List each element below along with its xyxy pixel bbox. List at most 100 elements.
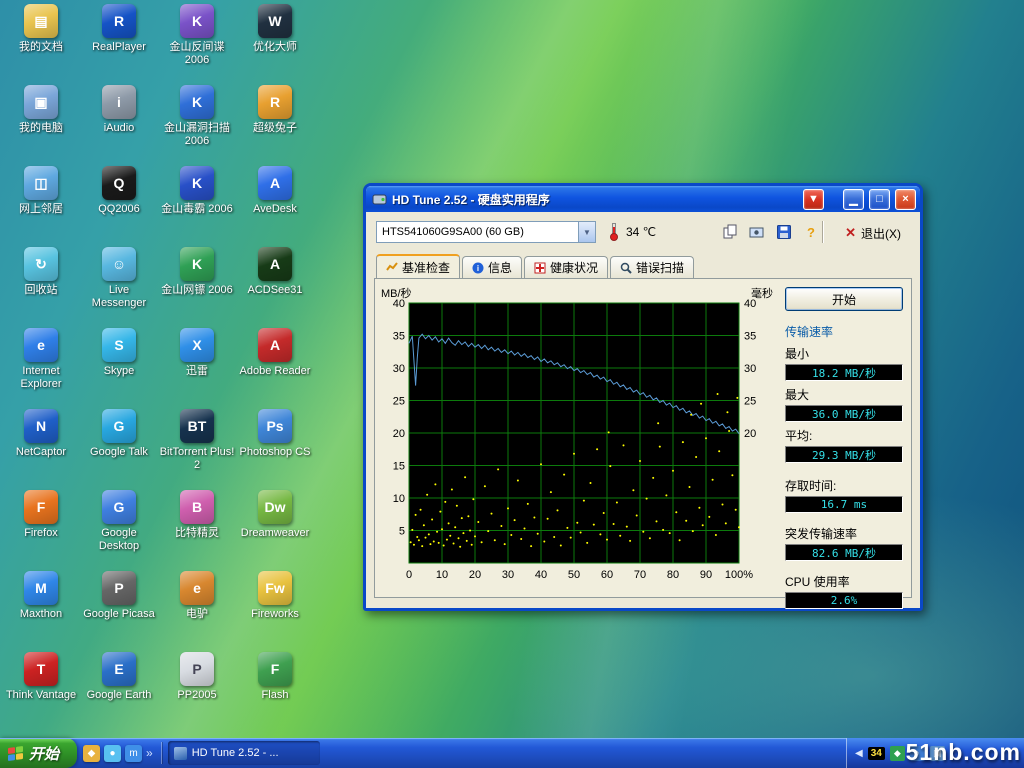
my-computer-icon: ▣ [24, 85, 58, 119]
desktop-icon-live-messenger[interactable]: ☺Live Messenger [81, 247, 157, 328]
screenshot-button[interactable] [745, 220, 769, 244]
desktop-icon-thunder[interactable]: X迅雷 [159, 328, 235, 409]
desktop-icon-google-picasa[interactable]: PGoogle Picasa [81, 571, 157, 652]
desktop-icon-realplayer[interactable]: RRealPlayer [81, 4, 157, 85]
exit-button[interactable]: ✕ 退出(X) [838, 221, 908, 245]
svg-text:30: 30 [502, 569, 514, 581]
desktop-icon-network-places[interactable]: ◫网上邻居 [3, 166, 79, 247]
close-button[interactable]: × [895, 189, 916, 210]
tray-antivirus-icon[interactable]: ◆ [890, 746, 905, 761]
copy-button[interactable] [718, 220, 742, 244]
desktop-icon-my-documents[interactable]: ▤我的文档 [3, 4, 79, 85]
desktop-icon-kingsoft-scan[interactable]: K金山漏洞扫描 2006 [159, 85, 235, 166]
desktop-icon-youhua-dashi[interactable]: W优化大师 [237, 4, 313, 85]
results-panel: 开始 传输速率 最小 18.2 MB/秒 最大 36.0 MB/秒 平均: 29… [785, 287, 903, 609]
desktop-icon-firefox[interactable]: FFirefox [3, 490, 79, 571]
desktop-icon-super-rabbit[interactable]: R超级兔子 [237, 85, 313, 166]
desktop-icon-avedesk[interactable]: AAveDesk [237, 166, 313, 247]
tray-minimize-button[interactable]: ▼ [803, 189, 824, 210]
chevron-down-icon[interactable]: ▼ [578, 222, 595, 242]
acdsee-icon: A [258, 247, 292, 281]
google-earth-icon: E [102, 652, 136, 686]
svg-text:35: 35 [744, 331, 756, 343]
tab-info[interactable]: i 信息 [462, 256, 522, 278]
desktop-icon-emule[interactable]: e电驴 [159, 571, 235, 652]
svg-text:70: 70 [634, 569, 646, 581]
desktop-icon-google-earth[interactable]: EGoogle Earth [81, 652, 157, 733]
tab-info-label: 信息 [488, 259, 512, 276]
benchmark-chart: 4035302520151054035302520010203040506070… [379, 285, 775, 587]
desktop-icon-my-computer[interactable]: ▣我的电脑 [3, 85, 79, 166]
start-menu-button[interactable]: 开始 [0, 738, 77, 768]
svg-text:20: 20 [744, 428, 756, 440]
copy-icon [722, 224, 738, 240]
google-talk-icon: G [102, 409, 136, 443]
desktop-icon-acdsee[interactable]: A ACDSee31 [237, 247, 313, 328]
transfer-rate-title: 传输速率 [785, 323, 903, 340]
desktop-icon-kingsoft-duba[interactable]: K金山毒霸 2006 [159, 166, 235, 247]
maximize-button[interactable]: □ [869, 189, 890, 210]
tab-health-label: 健康状况 [550, 259, 598, 276]
quicklaunch-overflow-chevron[interactable]: » [146, 746, 153, 760]
svg-text:0: 0 [406, 569, 412, 581]
tray-collapse-chevron-icon[interactable]: ◀ [855, 748, 863, 759]
access-time-value: 16.7 ms [785, 496, 903, 513]
desktop-icon-kingsoft-netguard[interactable]: K金山网镖 2006 [159, 247, 235, 328]
tray-volume-icon[interactable]: ♪ [910, 746, 925, 761]
desktop-icon-qq2006[interactable]: QQQ2006 [81, 166, 157, 247]
tab-health[interactable]: 健康状况 [524, 256, 608, 278]
min-label: 最小 [785, 345, 903, 362]
dreamweaver-icon: Dw [258, 490, 292, 524]
maxthon-icon: M [24, 571, 58, 605]
desktop-icon-netcaptor[interactable]: NNetCaptor [3, 409, 79, 490]
iaudio-icon: i [102, 85, 136, 119]
adobe-reader-icon: A [258, 328, 292, 362]
thermometer-icon [609, 223, 619, 241]
desktop-icon-bitspirit[interactable]: B比特精灵 [159, 490, 235, 571]
tray-network-icon[interactable]: ▣ [930, 746, 945, 761]
desktop-icon-label: Internet Explorer [3, 365, 79, 390]
desktop-icon-dreamweaver[interactable]: DwDreamweaver [237, 490, 313, 571]
desktop-icon-iaudio[interactable]: iiAudio [81, 85, 157, 166]
taskbar-task-hdtune[interactable]: HD Tune 2.52 - ... [168, 741, 320, 765]
desktop-icons: ▤我的文档▣我的电脑◫网上邻居↻回收站eInternet ExplorerNNe… [2, 4, 314, 733]
desktop-icon-label: QQ2006 [98, 203, 140, 216]
tab-error-scan[interactable]: 错误扫描 [610, 256, 694, 278]
screenshot-icon [749, 224, 765, 240]
save-button[interactable] [772, 220, 796, 244]
desktop-icon-google-talk[interactable]: GGoogle Talk [81, 409, 157, 490]
drive-select[interactable]: HTS541060G9SA00 (60 GB) ▼ [376, 221, 596, 243]
desktop-icon-skype[interactable]: SSkype [81, 328, 157, 409]
desktop-icon-bittorrent[interactable]: BTBitTorrent Plus! 2 [159, 409, 235, 490]
options-button[interactable]: ? [799, 220, 823, 244]
svg-text:10: 10 [436, 569, 448, 581]
start-button[interactable]: 开始 [785, 287, 903, 311]
hdtune-tray-temperature[interactable]: 34 [868, 747, 885, 760]
desktop-icon-adobe-reader[interactable]: A Adobe Reader [237, 328, 313, 409]
tab-benchmark[interactable]: 基准检查 [376, 254, 460, 278]
quicklaunch-messenger-icon[interactable]: ● [104, 745, 121, 762]
hdtune-window-icon [372, 192, 387, 207]
desktop-icon-kingsoft-antispy[interactable]: K金山反间谍 2006 [159, 4, 235, 85]
desktop-icon-google-desktop[interactable]: GGoogle Desktop [81, 490, 157, 571]
desktop-icon-thinkvantage[interactable]: TThink Vantage [3, 652, 79, 733]
min-value: 18.2 MB/秒 [785, 364, 903, 381]
desktop-icon-internet-explorer[interactable]: eInternet Explorer [3, 328, 79, 409]
quicklaunch-media-icon[interactable]: ◆ [83, 745, 100, 762]
avg-value: 29.3 MB/秒 [785, 446, 903, 463]
desktop-icon-fireworks[interactable]: FwFireworks [237, 571, 313, 652]
desktop-icon-flash[interactable]: FFlash [237, 652, 313, 733]
svg-text:?: ? [807, 225, 815, 240]
task-button-label: HD Tune 2.52 - ... [192, 747, 279, 759]
quicklaunch-maxthon-icon[interactable]: m [125, 745, 142, 762]
desktop-icon-maxthon[interactable]: MMaxthon [3, 571, 79, 652]
titlebar[interactable]: HD Tune 2.52 - 硬盘实用程序 ▼ ▁ □ × [366, 186, 920, 212]
desktop-icon-photoshop[interactable]: PsPhotoshop CS [237, 409, 313, 490]
minimize-button[interactable]: ▁ [843, 189, 864, 210]
desktop-icon-pp2005[interactable]: PPP2005 [159, 652, 235, 733]
desktop-icon-recycle-bin[interactable]: ↻回收站 [3, 247, 79, 328]
desktop-icon-label: ACDSee31 [247, 284, 302, 297]
desktop-icon-label: Adobe Reader [240, 365, 311, 378]
desktop-icon-label: 金山反间谍 2006 [159, 41, 235, 66]
error-scan-tab-icon [620, 262, 632, 274]
